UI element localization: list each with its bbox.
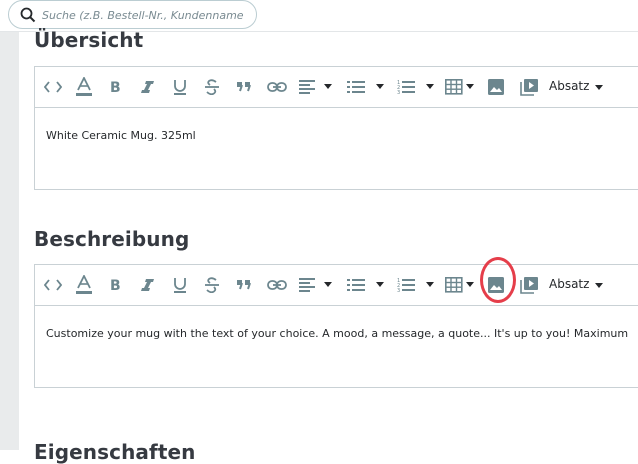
search-input[interactable] — [42, 5, 247, 25]
strikethrough-icon[interactable] — [202, 275, 222, 295]
bold-icon[interactable]: B — [106, 275, 126, 295]
underline-icon[interactable] — [170, 275, 190, 295]
align-dropdown[interactable] — [298, 77, 334, 97]
bullet-list-dropdown[interactable] — [346, 77, 386, 97]
bullet-list-dropdown[interactable] — [346, 275, 386, 295]
source-code-icon[interactable] — [43, 77, 63, 97]
svg-text:B: B — [110, 278, 121, 292]
format-dropdown-label[interactable]: Absatz — [549, 277, 589, 291]
media-icon[interactable] — [518, 275, 540, 295]
italic-icon[interactable] — [138, 275, 158, 295]
table-dropdown[interactable] — [444, 77, 476, 97]
text-color-icon[interactable] — [74, 275, 94, 295]
image-icon[interactable] — [486, 77, 506, 97]
highlight-circle — [480, 257, 516, 303]
editor-toolbar: B 123 Absatz — [35, 265, 638, 306]
editor-beschreibung: B 123 Absatz Customize your mug with the… — [34, 264, 638, 388]
numbered-list-dropdown[interactable]: 123 — [396, 275, 436, 295]
bold-icon[interactable]: B — [106, 77, 126, 97]
svg-text:3: 3 — [397, 288, 400, 293]
editor-content-uebersicht[interactable]: White Ceramic Mug. 325ml — [35, 108, 638, 142]
format-dropdown-label[interactable]: Absatz — [549, 79, 589, 93]
format-dropdown-caret[interactable] — [595, 283, 603, 288]
editor-uebersicht: B 123 Absatz White Ceramic Mug. 325ml — [34, 66, 638, 190]
italic-icon[interactable] — [138, 77, 158, 97]
search-box[interactable] — [8, 0, 257, 29]
blockquote-icon[interactable] — [234, 77, 254, 97]
section-title-beschreibung: Beschreibung — [34, 227, 190, 251]
editor-content-beschreibung[interactable]: Customize your mug with the text of your… — [35, 306, 638, 340]
link-icon[interactable] — [266, 275, 288, 295]
section-title-uebersicht: Übersicht — [34, 28, 144, 52]
left-rail — [0, 0, 19, 450]
link-icon[interactable] — [266, 77, 288, 97]
table-dropdown[interactable] — [444, 275, 476, 295]
svg-text:3: 3 — [397, 90, 400, 95]
align-dropdown[interactable] — [298, 275, 334, 295]
format-dropdown-caret[interactable] — [595, 85, 603, 90]
text-color-icon[interactable] — [74, 77, 94, 97]
numbered-list-dropdown[interactable]: 123 — [396, 77, 436, 97]
source-code-icon[interactable] — [43, 275, 63, 295]
strikethrough-icon[interactable] — [202, 77, 222, 97]
search-icon — [20, 7, 36, 23]
media-icon[interactable] — [518, 77, 540, 97]
editor-toolbar: B 123 Absatz — [35, 67, 638, 108]
blockquote-icon[interactable] — [234, 275, 254, 295]
svg-text:B: B — [110, 80, 121, 94]
section-title-next: Eigenschaften — [34, 440, 196, 464]
underline-icon[interactable] — [170, 77, 190, 97]
